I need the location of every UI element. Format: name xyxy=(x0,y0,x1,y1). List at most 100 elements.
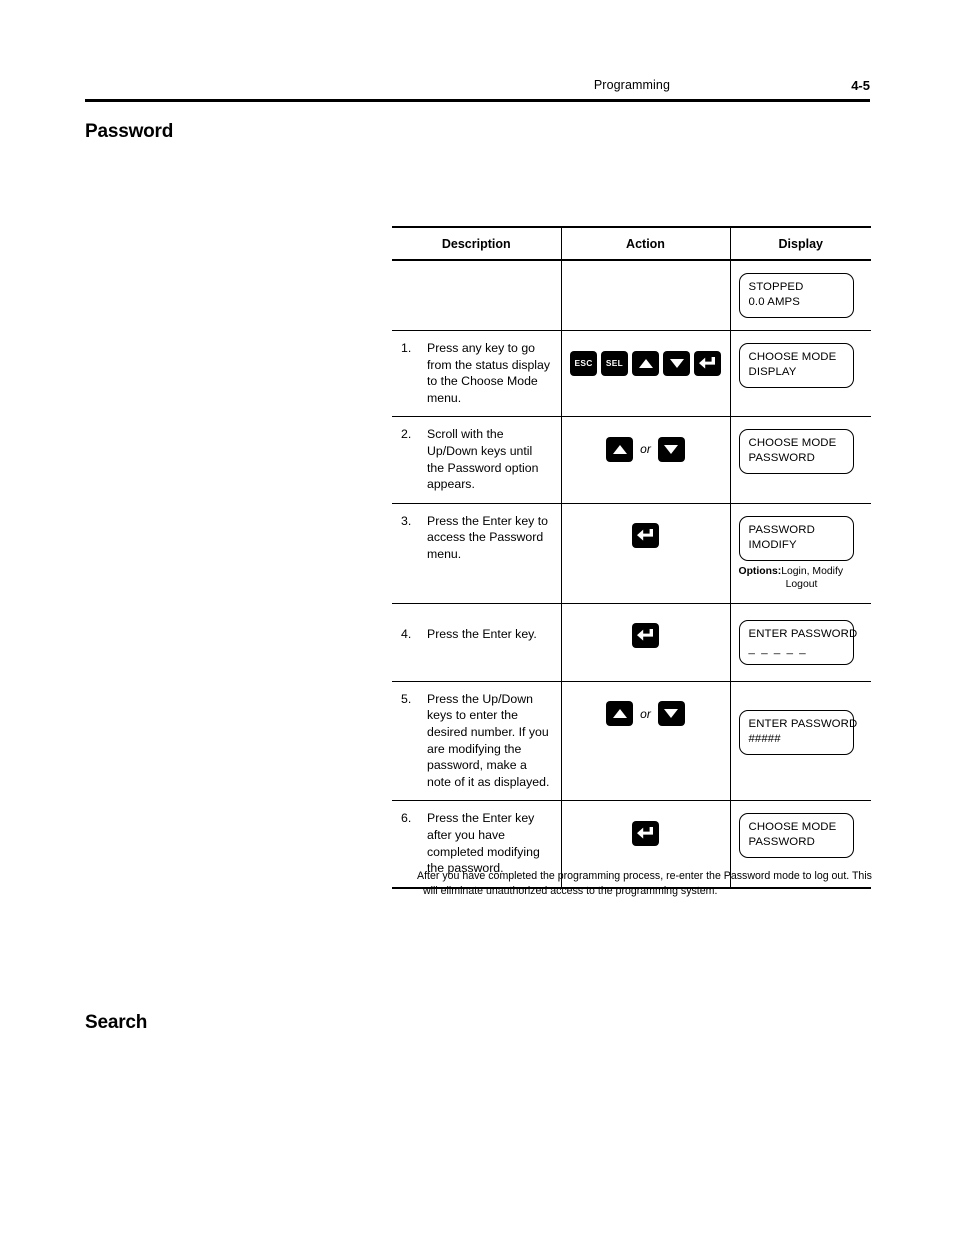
up-arrow-key[interactable] xyxy=(606,701,634,727)
header-section-title: Programming xyxy=(593,78,670,92)
page-number: 4-5 xyxy=(851,78,870,93)
lcd-line-1: PASSWORD xyxy=(748,523,815,536)
description-cell: 3. Press the Enter key to access the Pas… xyxy=(392,503,562,604)
step-description: Press the Enter key after you have compl… xyxy=(427,811,540,876)
display-cell: STOPPED 0.0 AMPS xyxy=(730,260,871,331)
enter-arrow-icon xyxy=(637,826,653,839)
description-cell: 5. Press the Up/Down keys to enter the d… xyxy=(392,681,562,802)
table-row: STOPPED 0.0 AMPS xyxy=(392,260,871,331)
key-sequence xyxy=(562,504,730,568)
action-cell xyxy=(561,260,731,331)
key-sequence xyxy=(562,261,730,325)
or-separator: or xyxy=(640,442,651,457)
enter-arrow-icon xyxy=(637,629,653,641)
table-row: 4. Press the Enter key. ENTER PASSWORD _… xyxy=(392,603,871,682)
lcd-line-2: 0.0 AMPS xyxy=(748,296,800,308)
table-row: 1. Press any key to go from the status d… xyxy=(392,330,871,418)
lcd-line-1: STOPPED xyxy=(748,281,804,293)
lcd-display: STOPPED 0.0 AMPS xyxy=(738,273,854,318)
sel-key[interactable]: SEL xyxy=(601,350,628,376)
lcd-display: PASSWORD IMODIFY xyxy=(738,515,854,561)
section-heading-search: Search xyxy=(85,1011,148,1033)
down-arrow-icon xyxy=(664,444,679,454)
lcd-line-2: IMODIFY xyxy=(748,538,797,551)
table-row: 5. Press the Up/Down keys to enter the d… xyxy=(392,681,871,802)
or-separator: or xyxy=(640,706,651,721)
display-cell: CHOOSE MODE DISPLAY xyxy=(730,330,871,418)
action-cell xyxy=(561,603,731,682)
step-number: 6. xyxy=(401,811,412,826)
options-note: Options:Login, Modify Logout xyxy=(739,565,865,591)
action-cell: or xyxy=(561,681,731,802)
key-sequence xyxy=(562,801,730,865)
lcd-line-1: ENTER PASSWORD xyxy=(748,717,858,730)
up-arrow-icon xyxy=(612,444,627,454)
display-cell: PASSWORD IMODIFY Options:Login, Modify L… xyxy=(730,503,871,604)
display-cell: ENTER PASSWORD ##### xyxy=(730,681,871,802)
lcd-line-1: CHOOSE MODE xyxy=(748,821,837,834)
key-sequence: ESC SEL xyxy=(562,331,730,395)
down-arrow-key[interactable] xyxy=(663,350,690,376)
up-arrow-icon xyxy=(638,358,653,368)
action-cell: or xyxy=(561,416,731,504)
lcd-display: CHOOSE MODE PASSWORD xyxy=(738,429,854,475)
display-cell: ENTER PASSWORD _ _ _ _ _ xyxy=(730,603,871,682)
step-description: Press the Enter key. xyxy=(427,626,537,641)
description-cell: 1. Press any key to go from the status d… xyxy=(392,330,562,418)
table-footer-note: After you have completed the programming… xyxy=(417,869,872,898)
action-cell xyxy=(561,503,731,604)
enter-arrow-icon xyxy=(637,529,653,541)
display-cell: CHOOSE MODE PASSWORD xyxy=(730,416,871,504)
table-header-row: Description Action Display xyxy=(392,226,871,261)
step-description: Press the Enter key to access the Passwo… xyxy=(427,513,548,561)
sel-key-label: SEL xyxy=(605,357,624,368)
column-header-description: Description xyxy=(392,226,562,261)
action-cell: ESC SEL xyxy=(561,330,731,418)
lcd-display: ENTER PASSWORD ##### xyxy=(738,709,858,755)
up-arrow-key[interactable] xyxy=(632,350,659,376)
footer-note-line-1: After you have completed the programming… xyxy=(417,870,872,882)
lcd-line-2: DISPLAY xyxy=(748,366,797,378)
options-line-1: Login, Modify xyxy=(781,565,844,577)
header-divider-rule xyxy=(85,99,870,102)
footer-note-line-2: will eliminate unauthorized access to th… xyxy=(423,884,718,897)
esc-key-label: ESC xyxy=(574,357,593,368)
down-arrow-key[interactable] xyxy=(657,701,685,727)
down-arrow-icon xyxy=(664,709,679,719)
lcd-line-1: CHOOSE MODE xyxy=(748,437,837,450)
step-number xyxy=(401,270,427,318)
up-arrow-key[interactable] xyxy=(606,436,634,462)
enter-key[interactable] xyxy=(632,623,659,649)
column-header-display: Display xyxy=(730,226,871,261)
password-procedure-table: Description Action Display STOPPED 0.0 A… xyxy=(392,226,871,889)
step-number: 2. xyxy=(401,427,412,442)
description-cell xyxy=(392,260,562,331)
enter-arrow-icon xyxy=(699,356,715,369)
enter-key[interactable] xyxy=(632,820,659,846)
key-sequence: or xyxy=(562,417,730,481)
lcd-line-2: PASSWORD xyxy=(748,452,815,465)
options-line-2: Logout xyxy=(785,578,818,590)
lcd-display: CHOOSE MODE PASSWORD xyxy=(738,813,854,859)
step-description: Scroll with the Up/Down keys until the P… xyxy=(427,427,539,492)
lcd-line-2: _ _ _ _ _ xyxy=(748,642,808,655)
enter-key[interactable] xyxy=(632,523,659,549)
step-description xyxy=(427,270,553,318)
lcd-display: ENTER PASSWORD _ _ _ _ _ xyxy=(738,619,858,665)
esc-key[interactable]: ESC xyxy=(570,350,597,376)
lcd-display: CHOOSE MODE DISPLAY xyxy=(738,343,854,388)
table-row: 3. Press the Enter key to access the Pas… xyxy=(392,503,871,604)
step-number: 1. xyxy=(401,341,412,355)
description-cell: 4. Press the Enter key. xyxy=(392,603,562,682)
column-header-action: Action xyxy=(561,226,731,261)
down-arrow-icon xyxy=(669,358,684,368)
lcd-line-1: CHOOSE MODE xyxy=(748,351,837,363)
step-number: 4. xyxy=(401,626,412,641)
down-arrow-key[interactable] xyxy=(657,436,685,462)
up-arrow-icon xyxy=(612,709,627,719)
key-sequence: or xyxy=(562,682,730,746)
table-row: 2. Scroll with the Up/Down keys until th… xyxy=(392,416,871,504)
lcd-line-1: ENTER PASSWORD xyxy=(748,627,858,640)
enter-key[interactable] xyxy=(694,350,721,376)
step-description: Press any key to go from the status disp… xyxy=(427,341,551,405)
